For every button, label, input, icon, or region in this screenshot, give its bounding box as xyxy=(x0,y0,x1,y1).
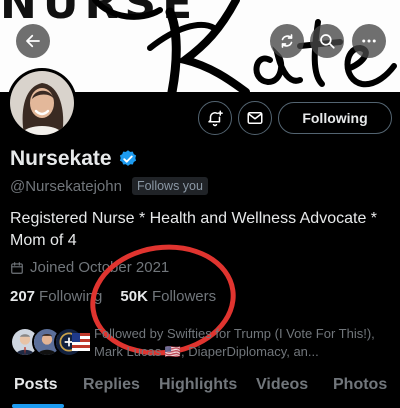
following-button[interactable]: Following xyxy=(278,102,392,134)
tab-posts[interactable]: Posts xyxy=(14,370,58,394)
profile-name-row: Nursekate xyxy=(10,147,138,171)
followed-by-avatars xyxy=(10,325,90,361)
verified-badge-icon[interactable] xyxy=(118,149,138,169)
followed-by-row[interactable]: Followed by Swifties for Trump (I Vote F… xyxy=(10,325,395,365)
following-stat-link[interactable]: 207 Following xyxy=(10,288,102,305)
tab-highlights[interactable]: Highlights xyxy=(159,370,237,394)
more-button[interactable] xyxy=(352,24,386,58)
following-count: 207 xyxy=(10,288,36,305)
followed-by-text: Followed by Swifties for Trump (I Vote F… xyxy=(94,326,375,359)
tab-replies[interactable]: Replies xyxy=(83,370,140,394)
follows-you-badge: Follows you xyxy=(131,177,208,195)
tab-videos[interactable]: Videos xyxy=(256,370,308,394)
envelope-icon xyxy=(247,112,263,124)
active-tab-indicator xyxy=(12,404,64,408)
refresh-icon xyxy=(281,34,293,48)
message-button[interactable] xyxy=(238,101,272,135)
avatar-image xyxy=(10,71,74,135)
back-button[interactable] xyxy=(16,24,50,58)
bell-plus-icon xyxy=(208,110,223,127)
search-button[interactable] xyxy=(310,24,344,58)
profile-handle: @Nursekatejohn xyxy=(10,177,122,195)
more-icon xyxy=(362,39,376,43)
notifications-button[interactable] xyxy=(198,101,232,135)
profile-bio: Registered Nurse * Health and Wellness A… xyxy=(10,210,378,249)
handle-row: @Nursekatejohn Follows you xyxy=(10,177,208,195)
tab-photos[interactable]: Photos xyxy=(333,370,387,394)
profile-tabs: Posts Replies Highlights Videos Photos xyxy=(0,370,400,408)
profile-avatar[interactable] xyxy=(7,68,77,138)
search-icon xyxy=(320,34,335,49)
arrow-left-icon xyxy=(26,34,40,48)
display-name: Nursekate xyxy=(10,147,112,170)
us-flag-icon xyxy=(72,333,90,351)
calendar-icon xyxy=(11,261,23,274)
refresh-button[interactable] xyxy=(270,24,304,58)
